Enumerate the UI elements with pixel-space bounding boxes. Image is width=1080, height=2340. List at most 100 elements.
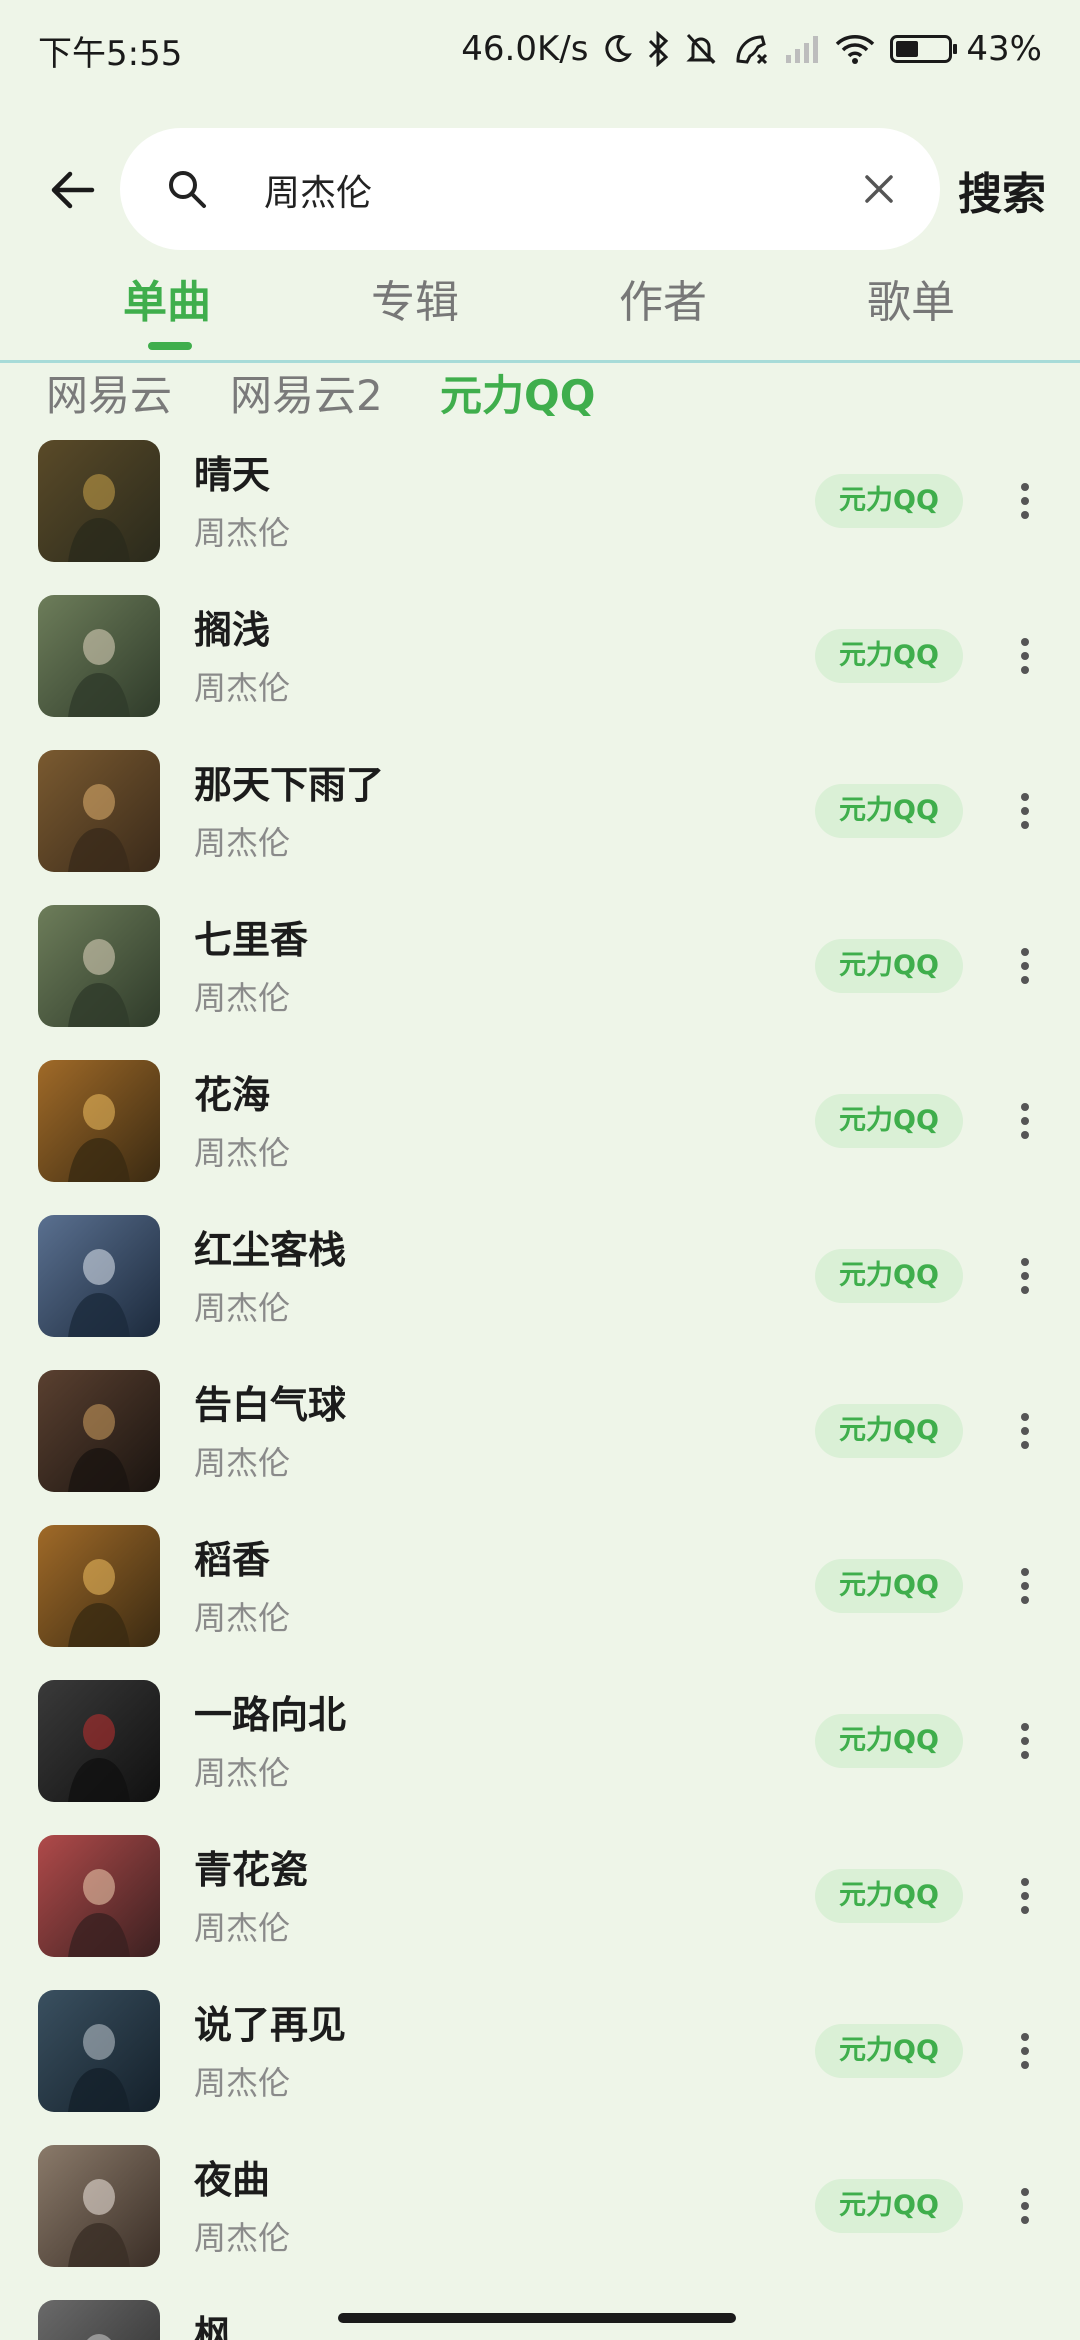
home-indicator[interactable] [338,2313,736,2323]
source-selector: 网易云 网易云2 元力QQ [0,366,1080,440]
more-options-icon[interactable] [1010,2171,1040,2241]
more-options-icon[interactable] [1010,621,1040,691]
song-artist: 周杰伦 [194,669,291,707]
song-artist: 周杰伦 [194,1134,291,1172]
song-title: 稻香 [194,1538,271,1582]
song-artist: 周杰伦 [194,1909,291,1947]
album-cover [38,440,160,562]
source-badge: 元力QQ [815,2179,963,2233]
album-cover [38,1060,160,1182]
album-cover [38,595,160,717]
album-cover [38,750,160,872]
song-row[interactable]: 七里香 周杰伦 元力QQ [0,905,1080,1060]
source-badge: 元力QQ [815,939,963,993]
more-options-icon[interactable] [1010,1861,1040,1931]
song-title: 一路向北 [194,1693,347,1737]
clear-button[interactable] [856,166,902,212]
song-row[interactable]: 告白气球周杰伦 元力QQ [0,1370,1080,1525]
album-cover [38,1680,160,1802]
wifi-icon [836,35,875,64]
song-artist: 周杰伦 [194,2064,291,2102]
tab-albums[interactable]: 专辑 [291,270,539,362]
song-title: 夜曲 [194,2158,271,2202]
song-artist: 周杰伦 [194,1444,291,1482]
song-title: 枫 [194,2313,233,2340]
more-options-icon[interactable] [1010,1241,1040,1311]
song-title: 红尘客栈 [194,1228,347,1272]
source-badge: 元力QQ [815,1869,963,1923]
signal-icon [786,36,819,63]
category-tabs: 单曲 专辑 作者 歌单 [0,270,1080,362]
album-cover [38,905,160,1027]
song-artist: 周杰伦 [194,514,291,552]
song-artist: 周杰伦 [194,1754,291,1792]
song-artist: 周杰伦 [194,1599,291,1637]
source-badge: 元力QQ [815,1714,963,1768]
network-speed: 46.0K/s [461,29,589,69]
song-row[interactable]: 稻香周杰伦 元力QQ [0,1525,1080,1680]
song-row[interactable]: 搁浅周杰伦 元力QQ [0,595,1080,750]
song-title: 晴天 [194,453,271,497]
source-yuanli-qq[interactable]: 元力QQ [440,366,595,426]
battery-percent: 43% [966,29,1042,69]
song-title: 七里香 [194,918,309,962]
song-row[interactable]: 红尘客栈周杰伦 元力QQ [0,1215,1080,1370]
back-arrow-icon [51,171,95,209]
moon-icon [605,35,633,63]
more-options-icon[interactable] [1010,1551,1040,1621]
source-netease[interactable]: 网易云 [46,366,172,426]
source-badge: 元力QQ [815,474,963,528]
source-badge: 元力QQ [815,1404,963,1458]
status-icons: 46.0K/s 43% [461,24,1042,74]
song-row[interactable]: 夜曲周杰伦 元力QQ [0,2145,1080,2300]
song-row[interactable]: 晴天周杰伦 元力QQ [0,440,1080,595]
call-icon [736,35,768,65]
more-options-icon[interactable] [1010,466,1040,536]
more-options-icon[interactable] [1010,931,1040,1001]
song-row[interactable]: 花海周杰伦 元力QQ [0,1060,1080,1215]
source-netease-2[interactable]: 网易云2 [230,366,383,426]
tab-artists[interactable]: 作者 [539,270,787,362]
source-badge: 元力QQ [815,1094,963,1148]
song-title: 搁浅 [194,608,271,652]
song-title: 告白气球 [194,1383,347,1427]
tab-playlists[interactable]: 歌单 [787,270,1035,362]
song-row[interactable]: 说了再见 周杰伦 元力QQ [0,1990,1080,2145]
close-icon [865,175,893,203]
back-button[interactable] [40,158,104,222]
song-title: 花海 [194,1073,271,1117]
song-artist: 周杰伦 [194,2219,291,2257]
song-row[interactable]: 青花瓷 周杰伦 元力QQ [0,1835,1080,1990]
source-badge: 元力QQ [815,2024,963,2078]
song-row[interactable]: 一路向北周杰伦 元力QQ [0,1680,1080,1835]
more-options-icon[interactable] [1010,1706,1040,1776]
search-screen: 下午5:55 46.0K/s 43% 搜索 单曲 专辑 作 [0,0,1080,2340]
tab-indicator [148,342,192,350]
album-cover [38,1370,160,1492]
album-cover [38,2145,160,2267]
status-bar: 下午5:55 46.0K/s 43% [0,0,1080,96]
album-cover [38,2300,160,2340]
more-options-icon[interactable] [1010,1396,1040,1466]
battery-icon [890,35,958,63]
search-input[interactable] [262,158,816,222]
album-cover [38,1215,160,1337]
album-cover [38,1990,160,2112]
search-box[interactable] [120,128,940,250]
source-badge: 元力QQ [815,1559,963,1613]
album-cover [38,1835,160,1957]
mute-bell-icon [686,33,717,65]
more-options-icon[interactable] [1010,2016,1040,2086]
source-badge: 元力QQ [815,784,963,838]
search-button[interactable]: 搜索 [958,158,1046,222]
search-icon [169,171,206,208]
more-options-icon[interactable] [1010,776,1040,846]
album-cover [38,1525,160,1647]
search-bar: 搜索 [0,128,1080,250]
song-artist: 周杰伦 [194,1289,291,1327]
source-badge: 元力QQ [815,629,963,683]
song-row[interactable]: 那天下雨了 周杰伦 元力QQ [0,750,1080,905]
source-badge: 元力QQ [815,1249,963,1303]
more-options-icon[interactable] [1010,1086,1040,1156]
bluetooth-icon [649,31,669,67]
